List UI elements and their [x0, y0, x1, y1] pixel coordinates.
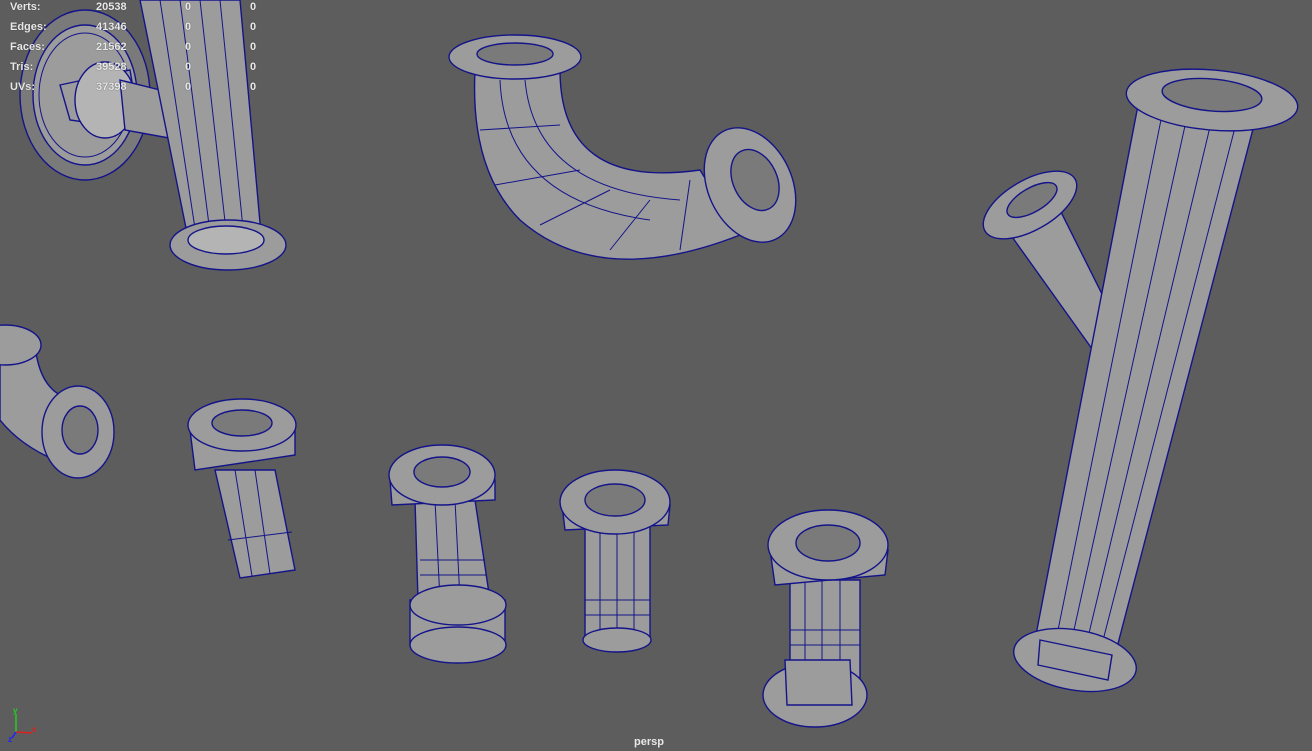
elbow-left-mesh[interactable]	[0, 324, 115, 479]
hud-selected: 0	[185, 1, 192, 13]
hud-row-uvs: UVs: 37398 0 0	[10, 80, 270, 100]
pipe-fitting-2[interactable]	[388, 444, 507, 664]
pipe-fitting-1[interactable]	[187, 398, 297, 579]
hud-label: UVs:	[10, 81, 36, 93]
hud-total: 41346	[96, 21, 127, 33]
hud-component: 0	[250, 41, 257, 53]
hud-row-faces: Faces: 21562 0 0	[10, 40, 270, 60]
axis-x-label: x	[32, 725, 37, 734]
hud-selected: 0	[185, 41, 192, 53]
hud-label: Tris:	[10, 61, 34, 73]
hud-label: Faces:	[10, 41, 45, 53]
y-pipe-mesh[interactable]	[972, 63, 1300, 701]
pipe-fitting-3[interactable]	[559, 469, 671, 653]
elbow-pipe-mesh[interactable]	[448, 34, 813, 260]
hud-selected: 0	[185, 81, 192, 93]
axis-gizmo-icon: y x z	[8, 706, 37, 742]
hud-label: Edges:	[10, 21, 47, 33]
pipe-fitting-4[interactable]	[762, 509, 889, 728]
hud-component: 0	[250, 61, 257, 73]
hud-total: 37398	[96, 81, 127, 93]
hud-row-verts: Verts: 20538 0 0	[10, 0, 270, 20]
hud-total: 21562	[96, 41, 127, 53]
hud-selected: 0	[185, 61, 192, 73]
hud-selected: 0	[185, 21, 192, 33]
camera-label: persp	[634, 736, 664, 748]
hud-component: 0	[250, 21, 257, 33]
poly-count-hud: Verts: 20538 0 0 Edges: 41346 0 0 Faces: 21562 0…	[10, 0, 270, 100]
hud-row-tris: Tris: 39528 0 0	[10, 60, 270, 80]
axis-y-label: y	[13, 706, 18, 715]
axis-z-label: z	[8, 735, 12, 742]
hud-label: Verts:	[10, 1, 41, 13]
hud-total: 20538	[96, 1, 127, 13]
hud-component: 0	[250, 1, 257, 13]
3d-viewport[interactable]	[0, 0, 1312, 751]
hud-component: 0	[250, 81, 257, 93]
hud-row-edges: Edges: 41346 0 0	[10, 20, 270, 40]
hud-total: 39528	[96, 61, 127, 73]
